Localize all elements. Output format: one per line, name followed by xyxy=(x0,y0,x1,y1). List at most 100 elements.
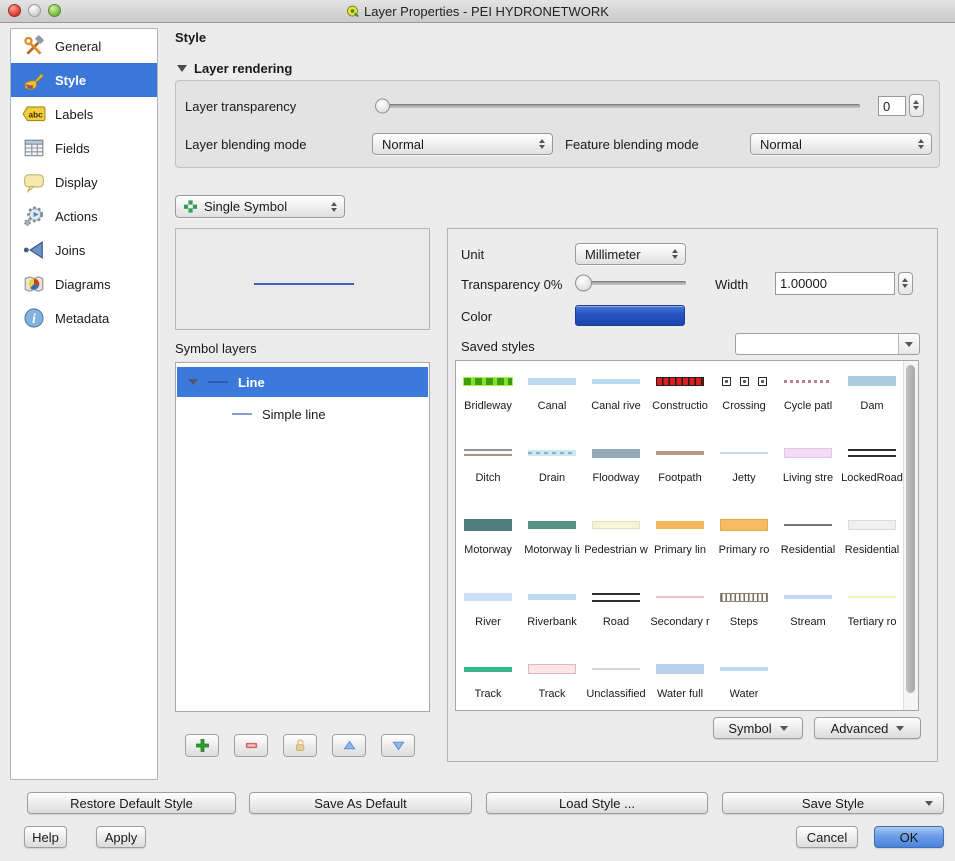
sidebar-item-style[interactable]: Style xyxy=(11,63,157,97)
swatch-holder xyxy=(784,513,832,537)
style-item-constructio[interactable]: Constructio xyxy=(648,361,712,433)
width-stepper[interactable] xyxy=(898,272,913,295)
load-style-button[interactable]: Load Style ... xyxy=(486,792,708,814)
style-item-riverbank[interactable]: Riverbank xyxy=(520,577,584,649)
info-icon: i xyxy=(22,306,46,330)
layer-rendering-section-header[interactable]: Layer rendering xyxy=(177,61,292,76)
scrollbar-thumb[interactable] xyxy=(906,365,915,693)
style-item-track[interactable]: Track xyxy=(456,649,520,711)
symbol-menu-button[interactable]: Symbol xyxy=(713,717,803,739)
unit-select[interactable]: Millimeter xyxy=(575,243,686,265)
style-item-steps[interactable]: Steps xyxy=(712,577,776,649)
style-item-river[interactable]: River xyxy=(456,577,520,649)
save-style-button[interactable]: Save Style xyxy=(722,792,944,814)
style-item-water[interactable]: Water xyxy=(712,649,776,711)
layer-transparency-stepper[interactable] xyxy=(909,94,924,117)
sidebar-item-label: Display xyxy=(55,175,98,190)
style-item-road[interactable]: Road xyxy=(584,577,648,649)
single-symbol-icon xyxy=(183,199,198,214)
sidebar-item-fields[interactable]: Fields xyxy=(11,131,157,165)
style-item-water-full[interactable]: Water full xyxy=(648,649,712,711)
style-item-dam[interactable]: Dam xyxy=(840,361,904,433)
dam-swatch xyxy=(848,376,896,386)
save-as-default-button[interactable]: Save As Default xyxy=(249,792,472,814)
construction-swatch xyxy=(656,377,704,386)
style-item-secondary-r[interactable]: Secondary r xyxy=(648,577,712,649)
style-item-motorway-li[interactable]: Motorway li xyxy=(520,505,584,577)
style-item-footpath[interactable]: Footpath xyxy=(648,433,712,505)
locked-road-swatch xyxy=(848,449,896,457)
combo-dropdown-button[interactable] xyxy=(898,334,919,354)
swatch-holder xyxy=(656,441,704,465)
saved-styles-combo[interactable] xyxy=(735,333,920,355)
join-arrow-icon xyxy=(22,238,46,262)
stepper-arrows-icon xyxy=(913,100,920,110)
lock-colors-button[interactable] xyxy=(283,734,317,757)
color-button[interactable] xyxy=(575,305,685,326)
style-item-primary-ro[interactable]: Primary ro xyxy=(712,505,776,577)
remove-symbol-layer-button[interactable] xyxy=(234,734,268,757)
collapse-triangle-icon xyxy=(177,65,187,72)
feature-blending-select[interactable]: Normal xyxy=(750,133,932,155)
style-item-motorway[interactable]: Motorway xyxy=(456,505,520,577)
style-item-track[interactable]: Track xyxy=(520,649,584,711)
style-item-living-stre[interactable]: Living stre xyxy=(776,433,840,505)
style-item-label: Steps xyxy=(730,616,758,628)
sidebar-item-diagrams[interactable]: Diagrams xyxy=(11,267,157,301)
vertical-scrollbar[interactable] xyxy=(903,361,918,710)
style-item-crossing[interactable]: Crossing xyxy=(712,361,776,433)
feature-blending-label: Feature blending mode xyxy=(565,137,699,152)
sidebar-item-actions[interactable]: Actions xyxy=(11,199,157,233)
style-item-lockedroad[interactable]: LockedRoad xyxy=(840,433,904,505)
style-item-canal-rive[interactable]: Canal rive xyxy=(584,361,648,433)
style-item-jetty[interactable]: Jetty xyxy=(712,433,776,505)
style-item-unclassified[interactable]: Unclassified xyxy=(584,649,648,711)
width-value-field[interactable]: 1.00000 xyxy=(775,272,895,295)
swatch-holder xyxy=(848,513,896,537)
advanced-menu-button[interactable]: Advanced xyxy=(814,717,921,739)
style-item-cycle-patl[interactable]: Cycle patl xyxy=(776,361,840,433)
footpath-swatch xyxy=(656,451,704,455)
style-item-tertiary-ro[interactable]: Tertiary ro xyxy=(840,577,904,649)
style-item-residential[interactable]: Residential xyxy=(840,505,904,577)
move-up-button[interactable] xyxy=(332,734,366,757)
style-item-residential[interactable]: Residential xyxy=(776,505,840,577)
sidebar-item-general[interactable]: General xyxy=(11,29,157,63)
symbol-transparency-slider[interactable] xyxy=(578,281,686,285)
ok-button[interactable]: OK xyxy=(874,826,944,848)
expand-triangle-icon[interactable] xyxy=(188,379,198,385)
layer-transparency-value-field[interactable]: 0 xyxy=(878,96,906,116)
layer-blending-select[interactable]: Normal xyxy=(372,133,553,155)
sidebar-item-metadata[interactable]: i Metadata xyxy=(11,301,157,335)
apply-button[interactable]: Apply xyxy=(96,826,146,848)
swatch-holder xyxy=(720,513,768,537)
tree-row-line[interactable]: Line xyxy=(177,367,428,397)
style-item-stream[interactable]: Stream xyxy=(776,577,840,649)
sidebar-item-joins[interactable]: Joins xyxy=(11,233,157,267)
style-item-ditch[interactable]: Ditch xyxy=(456,433,520,505)
style-item-floodway[interactable]: Floodway xyxy=(584,433,648,505)
move-down-button[interactable] xyxy=(381,734,415,757)
stream-swatch xyxy=(784,595,832,599)
swatch-holder xyxy=(656,513,704,537)
cancel-button[interactable]: Cancel xyxy=(796,826,858,848)
renderer-type-select[interactable]: Single Symbol xyxy=(175,195,345,218)
symbol-transparency-slider-thumb[interactable] xyxy=(575,275,592,292)
restore-default-style-button[interactable]: Restore Default Style xyxy=(27,792,236,814)
minus-icon xyxy=(244,738,259,753)
style-item-pedestrian-w[interactable]: Pedestrian w xyxy=(584,505,648,577)
style-item-primary-lin[interactable]: Primary lin xyxy=(648,505,712,577)
layer-transparency-slider[interactable] xyxy=(378,104,860,108)
add-symbol-layer-button[interactable] xyxy=(185,734,219,757)
sidebar-item-labels[interactable]: abc Labels xyxy=(11,97,157,131)
layer-transparency-slider-thumb[interactable] xyxy=(375,99,390,114)
style-item-drain[interactable]: Drain xyxy=(520,433,584,505)
help-button[interactable]: Help xyxy=(24,826,67,848)
symbol-layers-tree: Line Simple line xyxy=(175,362,430,712)
primary-road-swatch xyxy=(720,519,768,531)
style-item-canal[interactable]: Canal xyxy=(520,361,584,433)
style-item-bridleway[interactable]: Bridleway xyxy=(456,361,520,433)
tree-row-simple-line[interactable]: Simple line xyxy=(177,399,428,429)
tools-icon xyxy=(22,34,46,58)
sidebar-item-display[interactable]: Display xyxy=(11,165,157,199)
